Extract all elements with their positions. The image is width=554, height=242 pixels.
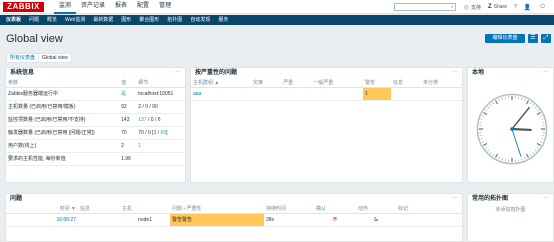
col-host-group[interactable]: 主机群组 ▲ (191, 79, 251, 88)
share-icon: Z (487, 4, 492, 10)
col-param: 参数 (6, 79, 120, 88)
col-problem: 问题 • 严重性 (170, 205, 264, 214)
search-input[interactable]: ⌕ (393, 3, 456, 11)
widget-title: 常用的拓扑图 ··· (472, 194, 549, 204)
hour-hand (510, 127, 532, 132)
col-info: 信息 (390, 79, 422, 88)
support-icon: ◎ (463, 4, 469, 11)
severity-table: 主机群组 ▲ 灾难 严重 一般严重 警告 信息 未分类 aaa 1 (191, 79, 462, 101)
problem-time-link[interactable]: 16:00:27 (6, 213, 78, 227)
main-nav: 监测 资产记录 报表 配置 管理 (54, 0, 176, 14)
subnav-latest-data[interactable]: 最新数据 (90, 15, 118, 25)
col-time[interactable]: 时间 ▼ (6, 205, 78, 214)
widget-title: 问题 ··· (10, 194, 458, 204)
widget-menu-icon[interactable]: ··· (452, 194, 458, 204)
power-icon: ⏻ (540, 3, 545, 10)
table-row: Zabbix服务器端运行中 是 localhost:10051 (6, 87, 185, 101)
col-ack: 确认 (314, 205, 356, 214)
clock-face (476, 93, 548, 165)
top-bar: ZABBIX 监测 资产记录 报表 配置 管理 ⌕ ◎ 支持 Z Share ?… (0, 0, 554, 14)
table-row: 用户数(线上) 2 1 (6, 139, 185, 153)
widget-menu-icon[interactable]: ··· (175, 68, 181, 78)
menu-icon[interactable]: ☰ (528, 34, 538, 43)
widget-menu-icon[interactable]: ··· (543, 68, 549, 78)
widget-title: 本地 ··· (472, 68, 549, 78)
subnav-problems[interactable]: 问题 (26, 15, 44, 25)
widget-menu-icon[interactable]: ··· (543, 194, 549, 204)
nav-configuration[interactable]: 配置 (132, 0, 154, 14)
col-warning: 警告 (362, 79, 391, 88)
problem-duration: 28s (264, 213, 314, 227)
nav-reports[interactable]: 报表 (110, 0, 132, 14)
col-duration: 持续时间 (264, 205, 314, 214)
user-profile-button[interactable]: 👤 (524, 4, 533, 11)
system-info-widget: 系统信息 ··· 参数 值 细节 Zabbix服务器端运行中 是 localhos… (5, 67, 186, 183)
warning-count-cell[interactable]: 1 (362, 87, 391, 101)
no-maps-message: 未添加拓扑图 (495, 207, 526, 213)
col-value: 值 (119, 79, 137, 88)
widget-title: 按严重性的问题 ··· (195, 68, 458, 78)
subnav-screens[interactable]: 聚合图形 (136, 15, 164, 25)
host-link[interactable]: node1 (120, 213, 170, 227)
favorite-maps-widget: 常用的拓扑图 ··· 未添加拓扑图 (467, 193, 554, 242)
breadcrumb-current: Global view (38, 54, 71, 62)
logout-button[interactable]: ⏻ (540, 4, 547, 11)
col-unclassified: 未分类 (421, 79, 462, 88)
subnav-maps[interactable]: 拓扑图 (164, 15, 187, 25)
host-group-link[interactable]: aaa (191, 87, 251, 101)
ack-link[interactable]: 不 (314, 213, 356, 227)
subnav-services[interactable]: 服务 (215, 15, 233, 25)
col-details: 细节 (136, 79, 185, 88)
widget-title: 系统信息 ··· (10, 68, 181, 78)
subnav-web[interactable]: Web监测 (62, 15, 90, 25)
actions-link[interactable]: 1▸ (356, 213, 396, 227)
table-row: 16:00:27 node1 警告警告 28s 不 1▸ (6, 213, 462, 227)
table-row: 监控项数量 (已启用/已禁用/不支持) 143 137 / 0 / 6 (6, 113, 185, 127)
subnav-overview[interactable]: 概览 (44, 15, 62, 25)
nav-inventory[interactable]: 资产记录 (76, 0, 110, 14)
sub-nav: 仪表板 问题 概览 Web监测 最新数据 图形 聚合图形 拓扑图 自动发现 服务 (0, 15, 554, 25)
nav-administration[interactable]: 管理 (154, 0, 176, 14)
search-icon[interactable]: ⌕ (451, 4, 454, 10)
col-average: 一般严重 (311, 79, 363, 88)
clock-widget: 本地 ··· (467, 67, 554, 183)
user-icon: 👤 (523, 4, 532, 11)
table-row: 要求的主机性能, 每秒新值 1.96 (6, 152, 185, 166)
col-disaster: 灾难 (251, 79, 282, 88)
problems-table: 时间 ▼ 信息 主机 问题 • 严重性 持续时间 确认 动作 标记 16:00:… (6, 205, 462, 227)
problems-widget: 问题 ··· 时间 ▼ 信息 主机 问题 • 严重性 持续时间 确认 动作 标记 … (5, 193, 463, 242)
table-row: aaa 1 (191, 87, 462, 101)
page-title: Global view (6, 33, 63, 45)
support-link[interactable]: ◎ 支持 (464, 4, 481, 11)
nav-monitoring[interactable]: 监测 (54, 0, 77, 14)
edit-dashboard-button[interactable]: 编辑仪表盘 (485, 34, 525, 43)
table-row: 触发器数量 (已启用/已禁用 [问题/正常]) 70 70 / 0 [1 / 6… (6, 126, 185, 140)
problem-name[interactable]: 警告警告 (170, 213, 264, 227)
widget-menu-icon[interactable]: ··· (452, 68, 458, 78)
col-high: 严重 (281, 79, 312, 88)
fullscreen-icon[interactable]: ⤢ (541, 34, 551, 43)
subnav-graphs[interactable]: 图形 (118, 15, 136, 25)
zabbix-logo[interactable]: ZABBIX (3, 2, 44, 12)
subnav-dashboard[interactable]: 仪表板 (3, 15, 26, 25)
breadcrumb-all-dashboards[interactable]: 所有仪表盘 (7, 54, 38, 62)
header-tools: ⌕ ◎ 支持 Z Share ? 👤 ⏻ (393, 0, 554, 14)
help-button[interactable]: ? (514, 4, 517, 10)
system-info-table: 参数 值 细节 Zabbix服务器端运行中 是 localhost:10051 … (6, 79, 185, 166)
subnav-discovery[interactable]: 自动发现 (187, 15, 215, 25)
col-info: 信息 (78, 205, 120, 214)
share-link[interactable]: Z Share (488, 4, 507, 10)
breadcrumb: 所有仪表盘 Global view (6, 53, 72, 63)
col-tags: 标记 (396, 205, 462, 214)
col-actions: 动作 (356, 205, 396, 214)
col-host: 主机 (120, 205, 170, 214)
table-row: 主机数量 (已启用/已禁用/模板) 92 2 / 0 / 90 (6, 100, 185, 114)
problems-by-severity-widget: 按严重性的问题 ··· 主机群组 ▲ 灾难 严重 一般严重 警告 信息 未分类 a… (190, 67, 463, 183)
